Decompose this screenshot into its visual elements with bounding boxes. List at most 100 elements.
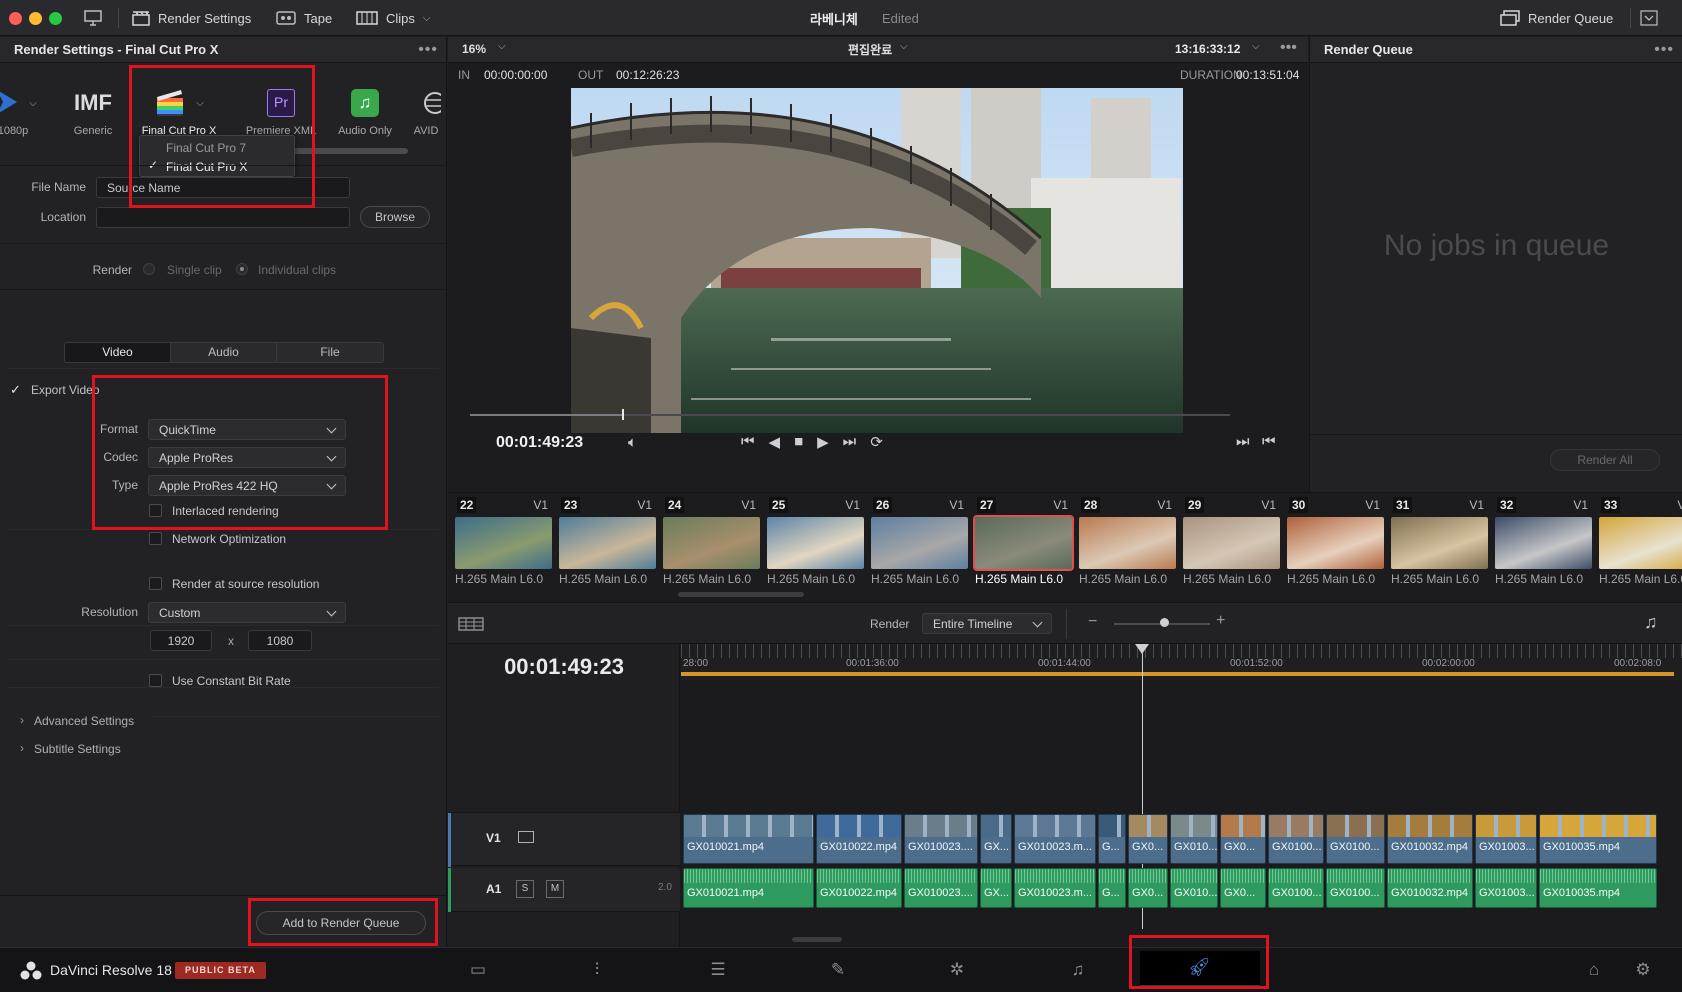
video-clip[interactable]: GX010... [1170, 814, 1218, 864]
clip-thumbnail[interactable]: 23 V1 H.265 Main L6.0 [559, 497, 656, 589]
color-page-icon[interactable]: ✲ [945, 958, 969, 982]
audio-clip[interactable]: GX01003... [1475, 868, 1537, 908]
monitor-toggle-button[interactable] [84, 0, 102, 36]
clip-thumbnail[interactable]: 26 V1 H.265 Main L6.0 [871, 497, 968, 589]
viewer-scrub-bar[interactable] [470, 414, 1230, 416]
video-clip[interactable]: GX010023.... [904, 814, 978, 864]
file-name-input[interactable]: Source Name [96, 177, 350, 198]
skip-to-start-icon[interactable]: ⏮︎ [741, 433, 755, 451]
network-optimization-checkbox[interactable] [149, 532, 162, 545]
audio-clip[interactable]: GX010... [1170, 868, 1218, 908]
deliver-page-tab[interactable]: 🚀︎ [1140, 951, 1260, 987]
timeline-scrollbar[interactable] [792, 937, 842, 942]
playhead-handle[interactable] [1135, 644, 1149, 654]
more-options-icon[interactable]: ••• [418, 41, 438, 59]
video-clip[interactable]: GX010032.mp4 [1387, 814, 1473, 864]
clip-thumbnail[interactable]: 32 V1 H.265 Main L6.0 [1495, 497, 1592, 589]
preset-final-cut-pro-x[interactable]: ⌵ Final Cut Pro X [140, 85, 218, 137]
export-video-checkbox[interactable]: ✓ [10, 382, 21, 398]
video-clip[interactable]: GX0100... [1268, 814, 1324, 864]
audio-clip[interactable]: GX010022.mp4 [816, 868, 902, 908]
video-clip[interactable]: GX0... [1128, 814, 1168, 864]
track-output-icon[interactable] [518, 831, 534, 843]
fairlight-page-icon[interactable]: ♫ [1066, 958, 1090, 982]
zoom-in-icon[interactable]: + [1216, 612, 1225, 630]
add-to-render-queue-button[interactable]: Add to Render Queue [256, 911, 426, 935]
tab-file[interactable]: File [277, 343, 383, 362]
audio-clip[interactable]: GX010023.m... [1014, 868, 1096, 908]
audio-clip[interactable]: GX010023.... [904, 868, 978, 908]
mute-button[interactable]: M [546, 880, 564, 898]
resolution-height-input[interactable]: 1080 [248, 630, 312, 651]
video-clip[interactable]: GX01003... [1475, 814, 1537, 864]
timeline-view-options-icon[interactable] [458, 617, 484, 634]
expand-button[interactable] [1640, 0, 1658, 36]
loop-icon[interactable]: ⟳ [870, 433, 883, 451]
zoom-level-dropdown[interactable]: 16% [462, 42, 486, 56]
close-window-button[interactable] [9, 12, 22, 25]
clips-scrollbar[interactable] [678, 592, 804, 597]
format-dropdown[interactable]: QuickTime [148, 419, 346, 440]
audio-clip[interactable]: GX0... [1128, 868, 1168, 908]
audio-clip[interactable]: GX0100... [1326, 868, 1385, 908]
clip-thumbnail[interactable]: 30 V1 H.265 Main L6.0 [1287, 497, 1384, 589]
interlaced-checkbox[interactable] [149, 504, 162, 517]
single-clip-radio[interactable] [143, 263, 155, 275]
location-input[interactable] [96, 207, 350, 228]
render-queue-toggle[interactable]: Render Queue [1500, 0, 1613, 36]
tape-toggle[interactable]: Tape [276, 0, 332, 36]
viewer-more-icon[interactable]: ••• [1280, 39, 1297, 57]
preset-avid[interactable]: AVID [398, 85, 454, 137]
render-settings-toggle[interactable]: Render Settings [132, 0, 251, 36]
audio-meter-icon[interactable]: ♫ [1644, 612, 1658, 633]
preset-audio-only[interactable]: ♫ Audio Only [326, 85, 404, 137]
type-dropdown[interactable]: Apple ProRes 422 HQ [148, 475, 346, 496]
video-clip[interactable]: GX0100... [1326, 814, 1385, 864]
zoom-out-icon[interactable]: − [1088, 613, 1097, 631]
individual-clips-radio[interactable] [236, 263, 248, 275]
menu-item-final-cut-pro-x[interactable]: Final Cut Pro X [166, 160, 247, 174]
timeline-ruler[interactable]: 28:00 00:01:36:00 00:01:44:00 00:01:52:00 00… [681, 644, 1682, 680]
zoom-window-button[interactable] [49, 12, 62, 25]
gear-icon[interactable]: ⚙ [1631, 958, 1655, 982]
skip-to-end-icon[interactable]: ⏭︎ [843, 433, 857, 451]
edit-page-icon[interactable]: ☰ [706, 958, 730, 982]
clip-thumbnail[interactable]: 25 V1 H.265 Main L6.0 [767, 497, 864, 589]
audio-clip[interactable]: G... [1098, 868, 1126, 908]
preset-premiere-xml[interactable]: Pr Premiere XML [242, 85, 320, 137]
video-clip[interactable]: GX010035.mp4 [1539, 814, 1657, 864]
resolution-width-input[interactable]: 1920 [150, 630, 212, 651]
constant-bit-rate-checkbox[interactable] [149, 674, 162, 687]
audio-clip[interactable]: GX010032.mp4 [1387, 868, 1473, 908]
clip-thumbnail[interactable]: 29 V1 H.265 Main L6.0 [1183, 497, 1280, 589]
volume-icon[interactable]: 🔈︎ [628, 434, 637, 451]
clip-thumbnail[interactable]: 22 V1 H.265 Main L6.0 [455, 497, 552, 589]
codec-dropdown[interactable]: Apple ProRes [148, 447, 346, 468]
viewer-playhead[interactable] [622, 409, 624, 420]
audio-clip[interactable]: GX... [980, 868, 1012, 908]
video-clip[interactable]: GX... [980, 814, 1012, 864]
menu-item-final-cut-pro-7[interactable]: Final Cut Pro 7 [166, 141, 246, 155]
play-reverse-icon[interactable]: ◀︎ [769, 433, 781, 451]
timeline-name-dropdown[interactable]: 편집완료 [848, 41, 892, 58]
tab-video[interactable]: Video [65, 343, 171, 362]
prev-edit-icon[interactable]: ⏮︎ [1262, 433, 1276, 450]
audio-clip[interactable]: GX010035.mp4 [1539, 868, 1657, 908]
tab-audio[interactable]: Audio [171, 343, 277, 362]
resolution-dropdown[interactable]: Custom [148, 602, 346, 623]
clip-thumbnail[interactable]: 28 V1 H.265 Main L6.0 [1079, 497, 1176, 589]
timeline-zoom-handle[interactable] [1160, 618, 1169, 627]
video-clip[interactable]: GX010021.mp4 [683, 814, 814, 864]
clip-thumbnail[interactable]: 33 V1 H.265 Main L6.0 [1599, 497, 1682, 589]
clip-thumbnail[interactable]: 24 V1 H.265 Main L6.0 [663, 497, 760, 589]
next-edit-icon[interactable]: ⏭︎ [1236, 433, 1250, 450]
solo-button[interactable]: S [516, 880, 534, 898]
media-page-icon[interactable]: ▭ [466, 958, 490, 982]
minimize-window-button[interactable] [29, 12, 42, 25]
stop-icon[interactable]: ■ [794, 433, 803, 451]
preset-1080p[interactable]: ⌵ 1080p [0, 85, 52, 137]
render-all-button[interactable]: Render All [1550, 449, 1660, 471]
clip-thumbnail[interactable]: 27 V1 H.265 Main L6.0 [973, 497, 1074, 589]
video-clip[interactable]: GX0... [1220, 814, 1266, 864]
fusion-page-icon[interactable]: ✎ [826, 958, 850, 982]
